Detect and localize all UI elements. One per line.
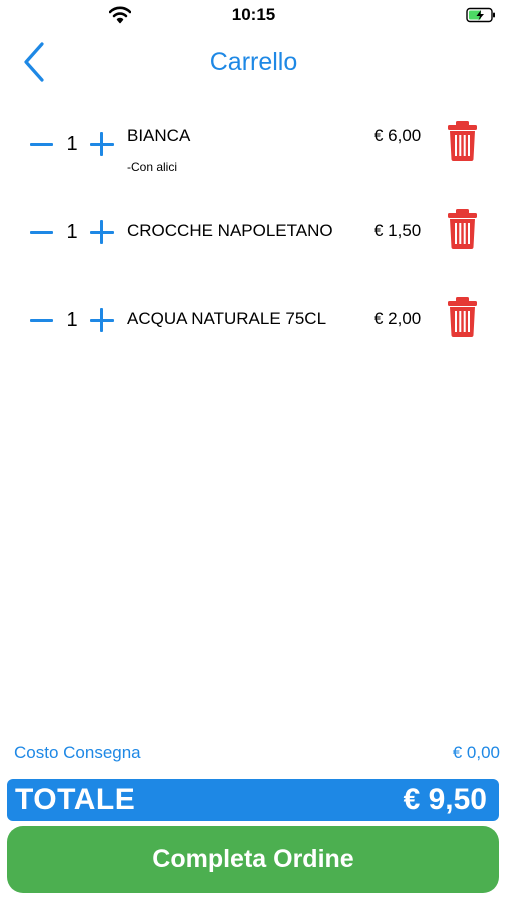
minus-icon[interactable] — [30, 132, 54, 156]
cart-item: 1 ACQUA NATURALE 75CL € 2,00 — [0, 297, 507, 368]
page-title: Carrello — [209, 48, 298, 76]
item-price: € 6,00 — [374, 126, 422, 145]
complete-order-button[interactable]: Completa Ordine — [7, 826, 499, 893]
minus-icon[interactable] — [30, 220, 54, 244]
cart-item: 1 BIANCA -Con alici € 6,00 — [0, 121, 507, 192]
item-name: ACQUA NATURALE 75CL — [127, 309, 327, 328]
trash-icon[interactable] — [447, 209, 478, 249]
cart-item: 1 CROCCHE NAPOLETANO € 1,50 — [0, 209, 507, 280]
plus-icon[interactable] — [90, 132, 114, 156]
trash-icon[interactable] — [447, 297, 478, 337]
delivery-cost-label: Costo Consegna — [14, 743, 141, 762]
item-note: -Con alici — [127, 160, 178, 174]
total-label: TOTALE — [15, 783, 136, 816]
item-quantity: 1 — [66, 133, 78, 155]
total-value: € 9,50 — [403, 783, 487, 816]
item-name: CROCCHE NAPOLETANO — [127, 221, 333, 240]
item-price: € 1,50 — [374, 221, 422, 240]
item-quantity: 1 — [66, 221, 78, 243]
item-name: BIANCA — [127, 126, 191, 145]
item-quantity: 1 — [66, 309, 78, 331]
plus-icon[interactable] — [90, 308, 114, 332]
plus-icon[interactable] — [90, 220, 114, 244]
minus-icon[interactable] — [30, 308, 54, 332]
battery-charging-icon — [466, 7, 495, 23]
status-time: 10:15 — [231, 5, 276, 24]
total-bar: TOTALE € 9,50 — [7, 779, 499, 821]
delivery-cost-row: Costo Consegna € 0,00 — [14, 743, 500, 765]
delivery-cost-value: € 0,00 — [452, 743, 500, 762]
trash-icon[interactable] — [447, 121, 478, 161]
status-bar: 10:15 — [0, 0, 507, 30]
navigation-bar: Carrello — [0, 38, 507, 88]
item-price: € 2,00 — [374, 309, 422, 328]
